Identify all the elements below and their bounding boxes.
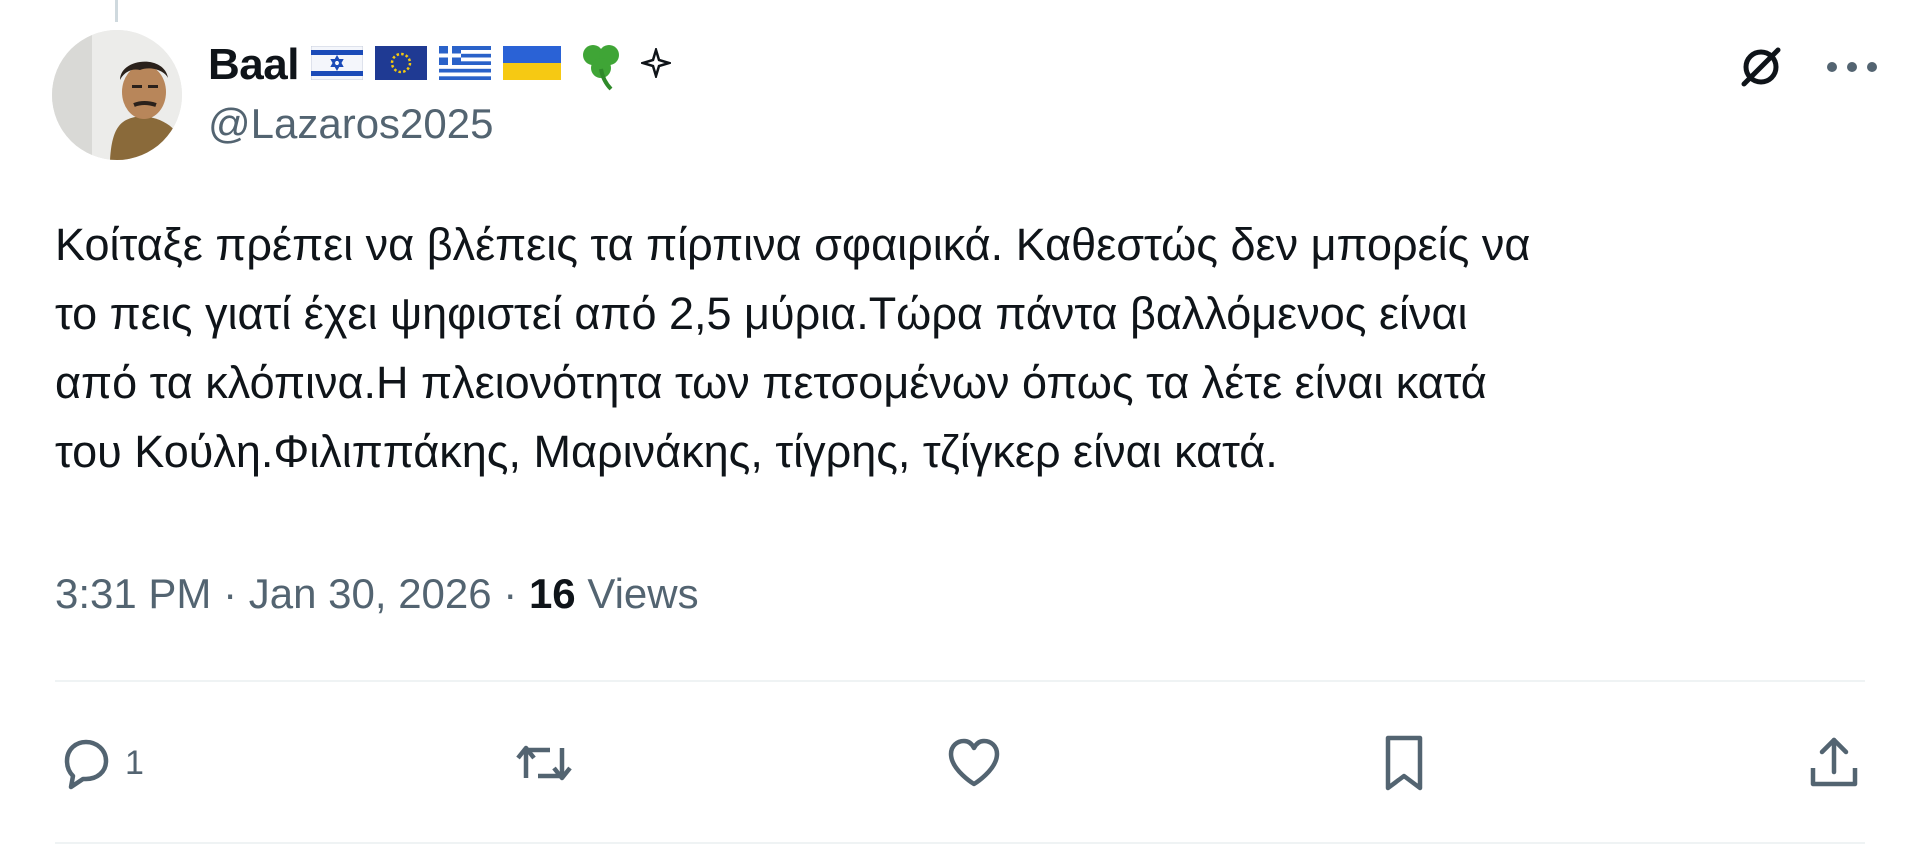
share-icon	[1810, 737, 1858, 787]
views-count: 16	[528, 570, 576, 617]
like-button[interactable]	[943, 732, 1005, 794]
israel-flag-icon	[310, 45, 364, 85]
eu-flag-icon	[374, 45, 427, 85]
display-name[interactable]: Baal	[208, 40, 299, 90]
shamrock-icon	[573, 35, 629, 96]
tweet-time[interactable]: 3:31 PM	[55, 570, 211, 618]
reply-button[interactable]: 1	[55, 732, 144, 794]
author-name-row: Baal	[208, 34, 674, 96]
retweet-icon	[515, 745, 572, 781]
thread-line	[115, 0, 118, 22]
bookmark-icon	[1385, 735, 1423, 791]
author-handle[interactable]: @Lazaros2025	[208, 100, 494, 148]
reply-count: 1	[125, 743, 144, 782]
action-bar: 1	[55, 718, 1865, 808]
share-button[interactable]	[1803, 732, 1865, 794]
views-label: Views	[587, 570, 699, 617]
avatar[interactable]	[52, 30, 182, 160]
sparkle-icon	[638, 45, 674, 83]
avatar-image	[52, 30, 182, 160]
retweet-button[interactable]	[512, 732, 576, 794]
divider-bottom	[55, 842, 1865, 844]
tweet-meta: 3:31 PM · Jan 30, 2026 · 16 Views	[55, 570, 699, 618]
separator-dot: ·	[491, 570, 529, 617]
greece-flag-icon	[438, 45, 491, 85]
tweet-text: Κοίταξε πρέπει να βλέπεις τα πίρπινα σφα…	[55, 219, 1531, 477]
bookmark-button[interactable]	[1373, 732, 1435, 794]
ukraine-flag-icon	[502, 45, 561, 85]
views-spacer	[576, 570, 588, 618]
top-actions	[1734, 40, 1880, 94]
grok-icon[interactable]	[1734, 40, 1788, 94]
like-icon	[949, 738, 1000, 787]
divider-top	[55, 680, 1865, 682]
reply-icon	[64, 739, 109, 790]
separator-dot: ·	[211, 570, 249, 617]
more-icon[interactable]	[1824, 57, 1880, 77]
tweet-date[interactable]: Jan 30, 2026	[249, 570, 492, 618]
